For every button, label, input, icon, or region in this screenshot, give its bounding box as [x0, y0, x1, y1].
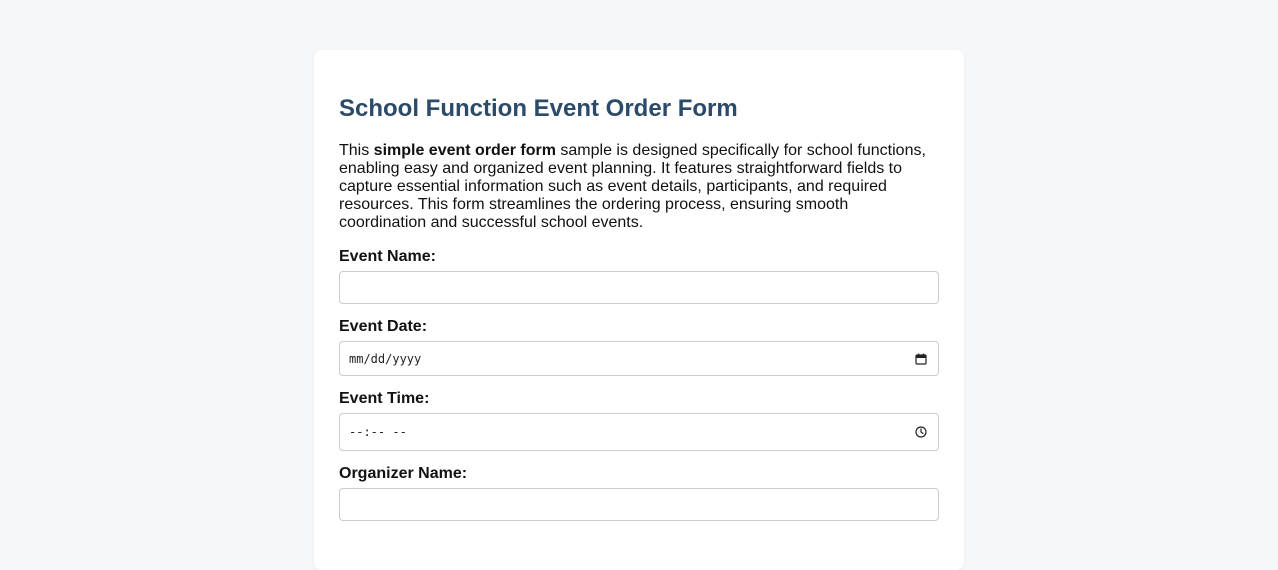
description-bold: simple event order form — [373, 142, 556, 159]
organizer-name-label: Organizer Name: — [339, 465, 468, 482]
event-time-label: Event Time: — [339, 390, 430, 407]
event-date-label: Event Date: — [339, 318, 428, 335]
calendar-icon[interactable] — [915, 353, 927, 365]
form-title: School Function Event Order Form — [339, 95, 738, 122]
event-name-input[interactable] — [339, 271, 939, 304]
organizer-name-input[interactable] — [339, 488, 939, 521]
event-time-placeholder: --:-- -- — [349, 425, 407, 439]
event-time-input[interactable]: --:-- -- — [339, 413, 939, 451]
form-card: School Function Event Order Form This si… — [314, 50, 964, 570]
event-date-placeholder: mm/dd/yyyy — [349, 351, 422, 366]
event-name-label: Event Name: — [339, 248, 436, 265]
event-date-input[interactable]: mm/dd/yyyy — [339, 341, 939, 376]
description-prefix: This — [339, 142, 374, 159]
clock-icon[interactable] — [915, 426, 927, 438]
form-description: This simple event order form sample is d… — [339, 142, 939, 232]
